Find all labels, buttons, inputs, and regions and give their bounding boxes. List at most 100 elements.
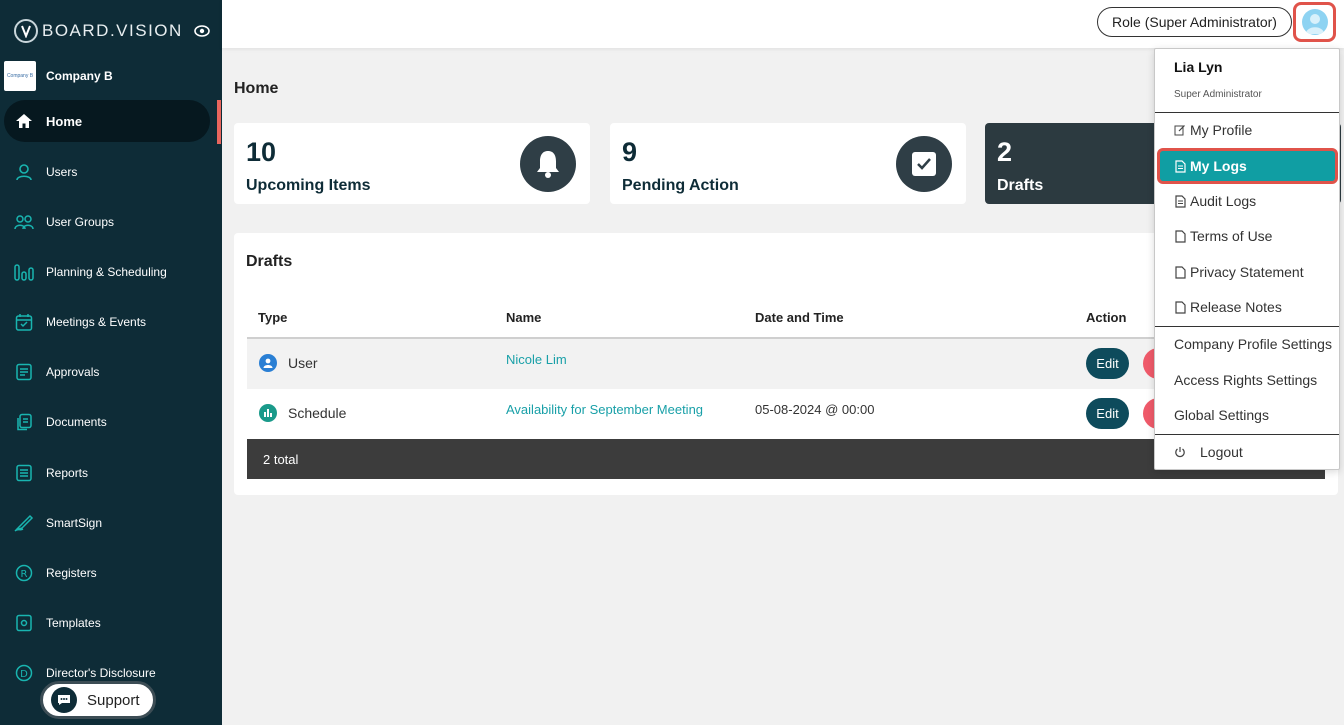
bell-icon [520, 136, 576, 192]
sidebar-item-home[interactable]: Home [4, 100, 210, 142]
column-header-date: Date and Time [755, 310, 844, 325]
sidebar-item-users[interactable]: Users [0, 151, 222, 193]
user-menu-role: Super Administrator [1174, 89, 1262, 100]
user-icon [14, 162, 34, 182]
drafts-title: Drafts [246, 253, 293, 270]
user-menu-name: Lia Lyn [1174, 59, 1223, 75]
signature-icon [14, 513, 34, 533]
sidebar-item-label: Users [46, 165, 78, 179]
sidebar-item-label: Registers [46, 566, 97, 580]
menu-item-logout[interactable]: Logout [1174, 444, 1243, 460]
card-count: 10 [246, 137, 277, 167]
company-switcher[interactable]: Company B Company B [4, 61, 113, 91]
sidebar-item-planning[interactable]: Planning & Scheduling [0, 251, 222, 293]
svg-text:R: R [21, 569, 28, 580]
avatar-icon [1301, 9, 1328, 35]
card-label: Pending Action [622, 177, 739, 194]
power-icon [1174, 445, 1186, 459]
menu-item-release-notes[interactable]: Release Notes [1174, 299, 1282, 315]
bars-icon [14, 262, 34, 282]
menu-divider [1155, 434, 1339, 435]
brand-mark-icon [14, 19, 38, 43]
company-name: Company B [46, 69, 113, 83]
sidebar-item-smartsign[interactable]: SmartSign [0, 502, 222, 544]
column-header-action: Action [1086, 310, 1127, 325]
row-type-label: User [288, 355, 318, 371]
sidebar: BOARD.VISION Company B Company B Home Us… [0, 0, 222, 725]
menu-item-access-rights-settings[interactable]: Access Rights Settings [1174, 372, 1317, 388]
visibility-toggle-icon[interactable] [194, 24, 210, 37]
user-avatar-button[interactable] [1293, 2, 1336, 42]
row-type: Schedule [259, 404, 346, 422]
users-icon [14, 212, 34, 232]
row-name-link[interactable]: Availability for September Meeting [506, 402, 703, 417]
sidebar-item-user-groups[interactable]: User Groups [0, 201, 222, 243]
home-icon [14, 111, 34, 131]
brand-name: BOARD.VISION [42, 21, 183, 40]
column-header-type: Type [258, 310, 288, 325]
templates-icon [14, 613, 34, 633]
registers-icon: R [14, 563, 34, 583]
row-type-label: Schedule [288, 405, 347, 421]
edit-button[interactable]: Edit [1086, 398, 1129, 429]
menu-item-global-settings[interactable]: Global Settings [1174, 407, 1269, 423]
disclosure-icon: D [14, 663, 34, 683]
sidebar-item-label: User Groups [46, 215, 115, 229]
role-button[interactable]: Role (Super Administrator) [1097, 7, 1292, 37]
row-datetime: 05-08-2024 @ 00:00 [755, 402, 875, 417]
edit-icon [1174, 123, 1186, 137]
support-button[interactable]: Support [40, 681, 156, 719]
file-icon [1174, 300, 1186, 314]
svg-text:D: D [20, 669, 28, 680]
sidebar-item-label: Home [46, 113, 83, 129]
user-menu: Lia Lyn Super Administrator My Profile M… [1154, 48, 1340, 470]
card-count: 2 [997, 137, 1013, 167]
edit-button[interactable]: Edit [1086, 348, 1129, 379]
menu-item-my-profile[interactable]: My Profile [1174, 122, 1252, 138]
user-type-icon [259, 354, 277, 372]
upcoming-items-card[interactable]: 10 Upcoming Items [234, 123, 590, 204]
sidebar-item-label: SmartSign [46, 516, 103, 530]
sidebar-item-label: Documents [46, 415, 107, 429]
top-bar: Role (Super Administrator) [222, 0, 1344, 48]
menu-item-my-logs[interactable]: My Logs [1174, 158, 1247, 174]
menu-divider [1155, 326, 1339, 327]
card-label: Drafts [997, 177, 1044, 194]
file-icon [1174, 265, 1186, 279]
document-icon [1174, 194, 1186, 208]
sidebar-item-label: Meetings & Events [46, 315, 147, 329]
column-header-name: Name [506, 310, 542, 325]
calendar-icon [14, 312, 34, 332]
card-count: 9 [622, 137, 638, 167]
sidebar-item-label: Templates [46, 616, 101, 630]
support-label: Support [87, 691, 140, 709]
menu-divider [1155, 112, 1339, 113]
reports-icon [14, 463, 34, 483]
menu-item-terms[interactable]: Terms of Use [1174, 228, 1272, 244]
documents-icon [14, 412, 34, 432]
sidebar-item-reports[interactable]: Reports [0, 452, 222, 494]
sidebar-item-approvals[interactable]: Approvals [0, 351, 222, 393]
sidebar-item-templates[interactable]: Templates [0, 602, 222, 644]
checkbox-icon [896, 136, 952, 192]
active-indicator [217, 100, 221, 144]
row-type: User [259, 354, 318, 372]
schedule-type-icon [259, 404, 277, 422]
sidebar-item-meetings[interactable]: Meetings & Events [0, 301, 222, 343]
sidebar-item-registers[interactable]: R Registers [0, 552, 222, 594]
page-title: Home [234, 80, 279, 97]
company-logo: Company B [4, 61, 36, 91]
menu-item-company-profile-settings[interactable]: Company Profile Settings [1174, 336, 1332, 352]
menu-item-audit-logs[interactable]: Audit Logs [1174, 193, 1256, 209]
sidebar-item-label: Director's Disclosure [46, 666, 156, 680]
menu-item-privacy[interactable]: Privacy Statement [1174, 264, 1304, 280]
brand-logo[interactable]: BOARD.VISION [0, 0, 222, 62]
pending-action-card[interactable]: 9 Pending Action [610, 123, 966, 204]
chat-icon [51, 687, 77, 713]
approvals-icon [14, 362, 34, 382]
row-name-link[interactable]: Nicole Lim [506, 352, 567, 367]
document-icon [1174, 159, 1186, 173]
sidebar-item-label: Planning & Scheduling [46, 265, 167, 279]
sidebar-item-documents[interactable]: Documents [0, 401, 222, 443]
file-icon [1174, 229, 1186, 243]
